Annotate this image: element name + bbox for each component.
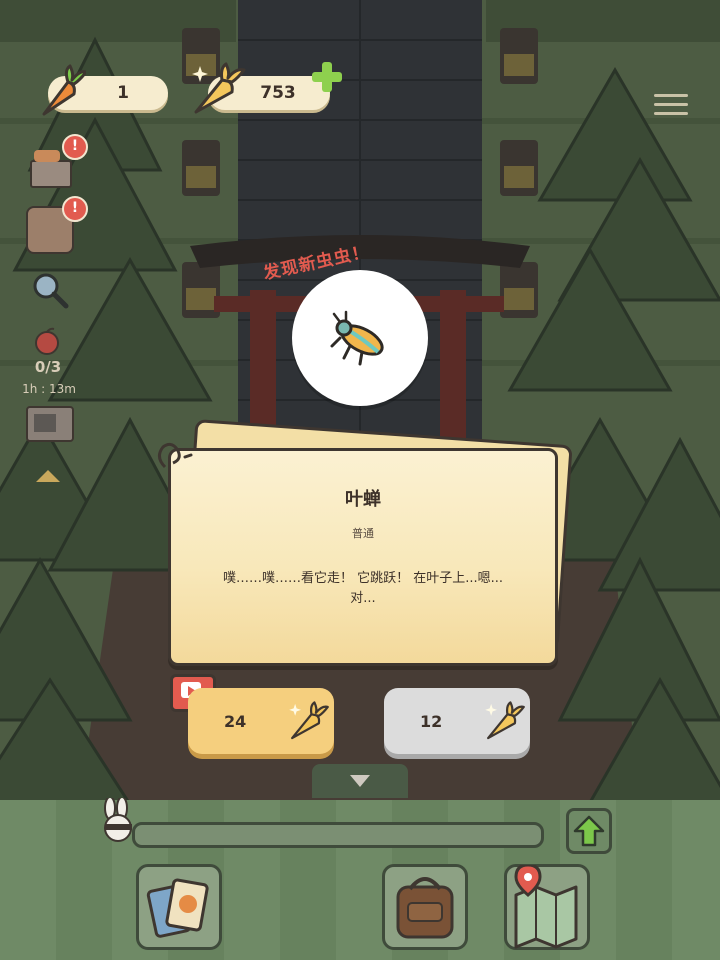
bunny-traveler-icon [104,798,132,842]
backpack-tool-button[interactable] [382,864,468,950]
ad-price: 24 [224,711,247,731]
alert-badge-icon: ! [62,196,88,222]
green-up-arrow-icon [573,815,605,847]
television-button[interactable] [26,406,74,442]
bug-rarity: 普通 [352,527,374,540]
timer-fraction: 0/3 [34,358,62,376]
bug-portrait [292,270,428,406]
buy-with-carrots-button[interactable]: 12 [384,688,530,754]
golden-carrot-icon [192,62,246,114]
backpack-icon [396,877,454,939]
golden-carrot-count: 753 [260,83,296,103]
hamburger-menu-icon[interactable] [654,88,688,121]
coin-price: 12 [420,711,443,731]
golden-carrot-icon [289,701,329,740]
map-tool-button[interactable] [504,864,590,950]
buy-with-ad-button[interactable]: 24 [188,688,334,754]
magnifier-icon[interactable] [30,270,70,310]
upgrade-button[interactable] [566,808,612,854]
carrot-icon [42,64,86,116]
cards-icon [146,878,209,938]
bug-description: 噗……噗……看它走！ 它跳跃！ 在叶子上...嗯...对... [222,571,504,606]
bug-name: 叶蝉 [345,489,381,510]
carrot-count: 1 [117,83,129,103]
golden-carrot-icon [485,701,525,740]
travel-progress-bar [132,822,544,848]
alert-badge-icon: ! [62,134,88,160]
timer-remaining: 1h : 13m [22,382,76,396]
apple-timer-icon [35,327,59,355]
cards-tool-button[interactable] [136,864,222,950]
card-clip-icon [158,442,193,469]
add-currency-button[interactable] [310,60,344,94]
chevron-down-icon [350,775,370,787]
collapse-panel-button[interactable] [312,764,408,798]
leafhopper-icon [330,310,384,366]
expand-up-icon[interactable] [36,470,60,482]
map-icon [514,865,578,949]
bug-info-card: 叶蝉 普通 噗……噗……看它走！ 它跳跃！ 在叶子上...嗯...对... [158,442,558,666]
